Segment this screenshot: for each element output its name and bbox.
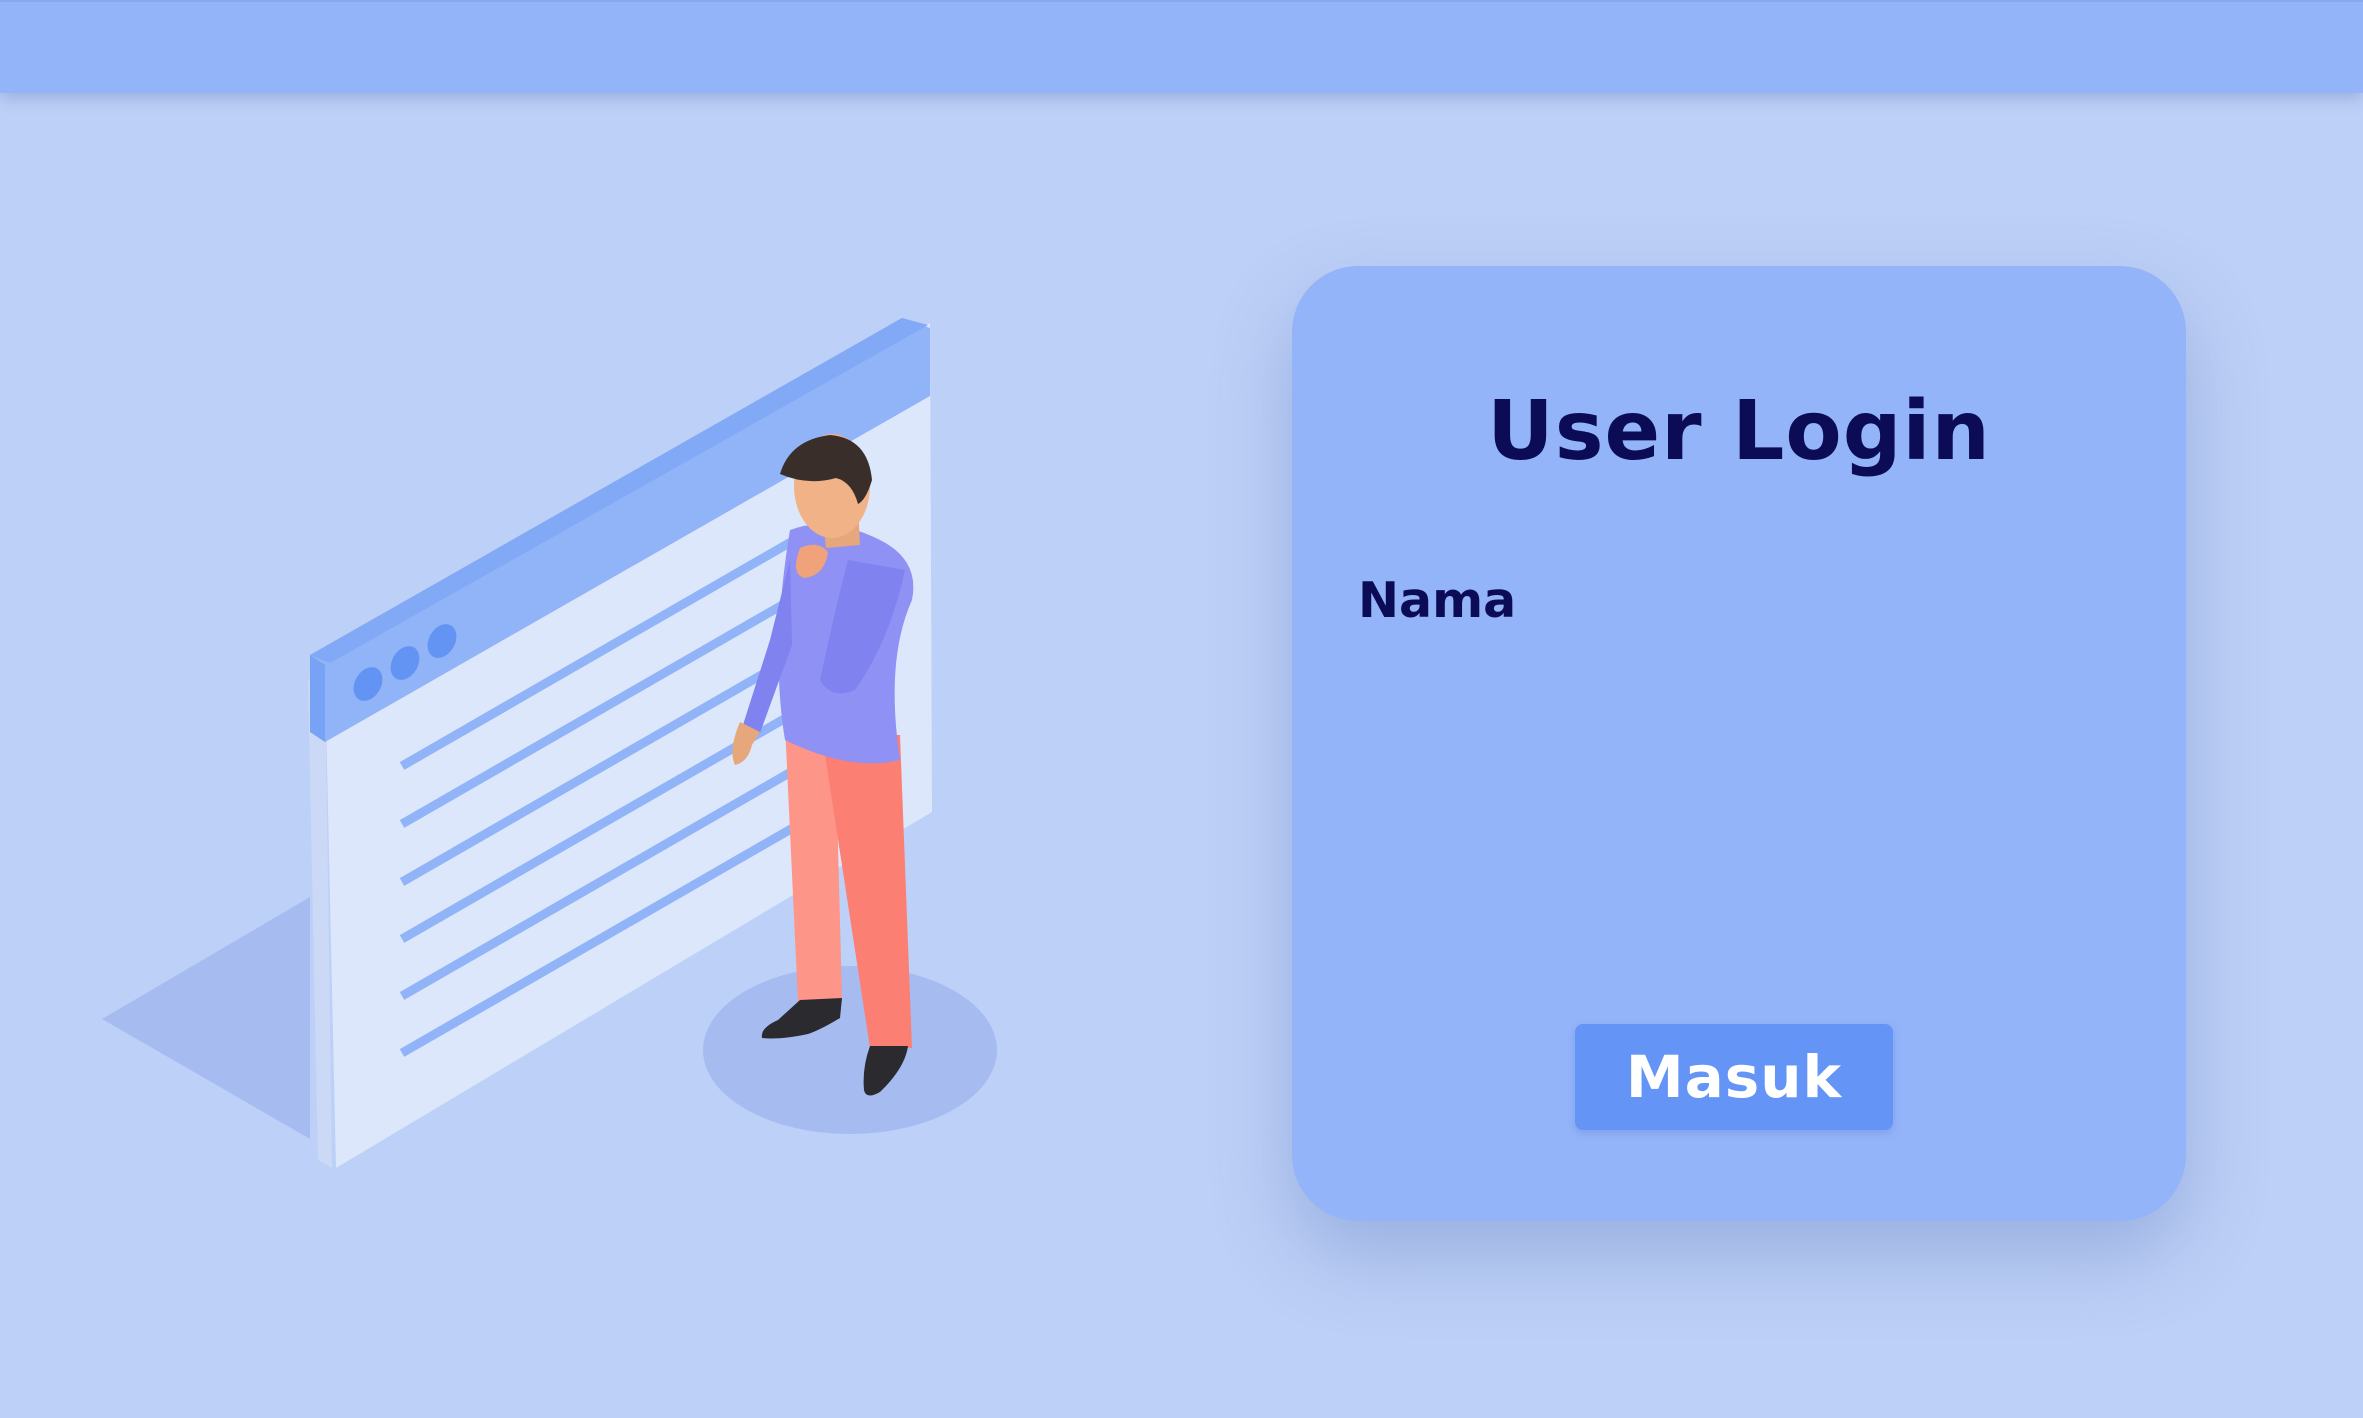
browser-window-header-edge xyxy=(310,655,325,742)
login-card: User Login Nama Masuk xyxy=(1292,266,2186,1221)
login-title: User Login xyxy=(1487,384,1991,479)
name-field-label: Nama xyxy=(1358,572,1517,629)
window-floor-shadow xyxy=(102,897,310,1139)
name-input[interactable] xyxy=(1358,652,2118,716)
login-submit-button[interactable]: Masuk xyxy=(1575,1024,1893,1130)
person-thinking-illustration xyxy=(102,318,997,1168)
person-floor-circle xyxy=(703,966,997,1134)
